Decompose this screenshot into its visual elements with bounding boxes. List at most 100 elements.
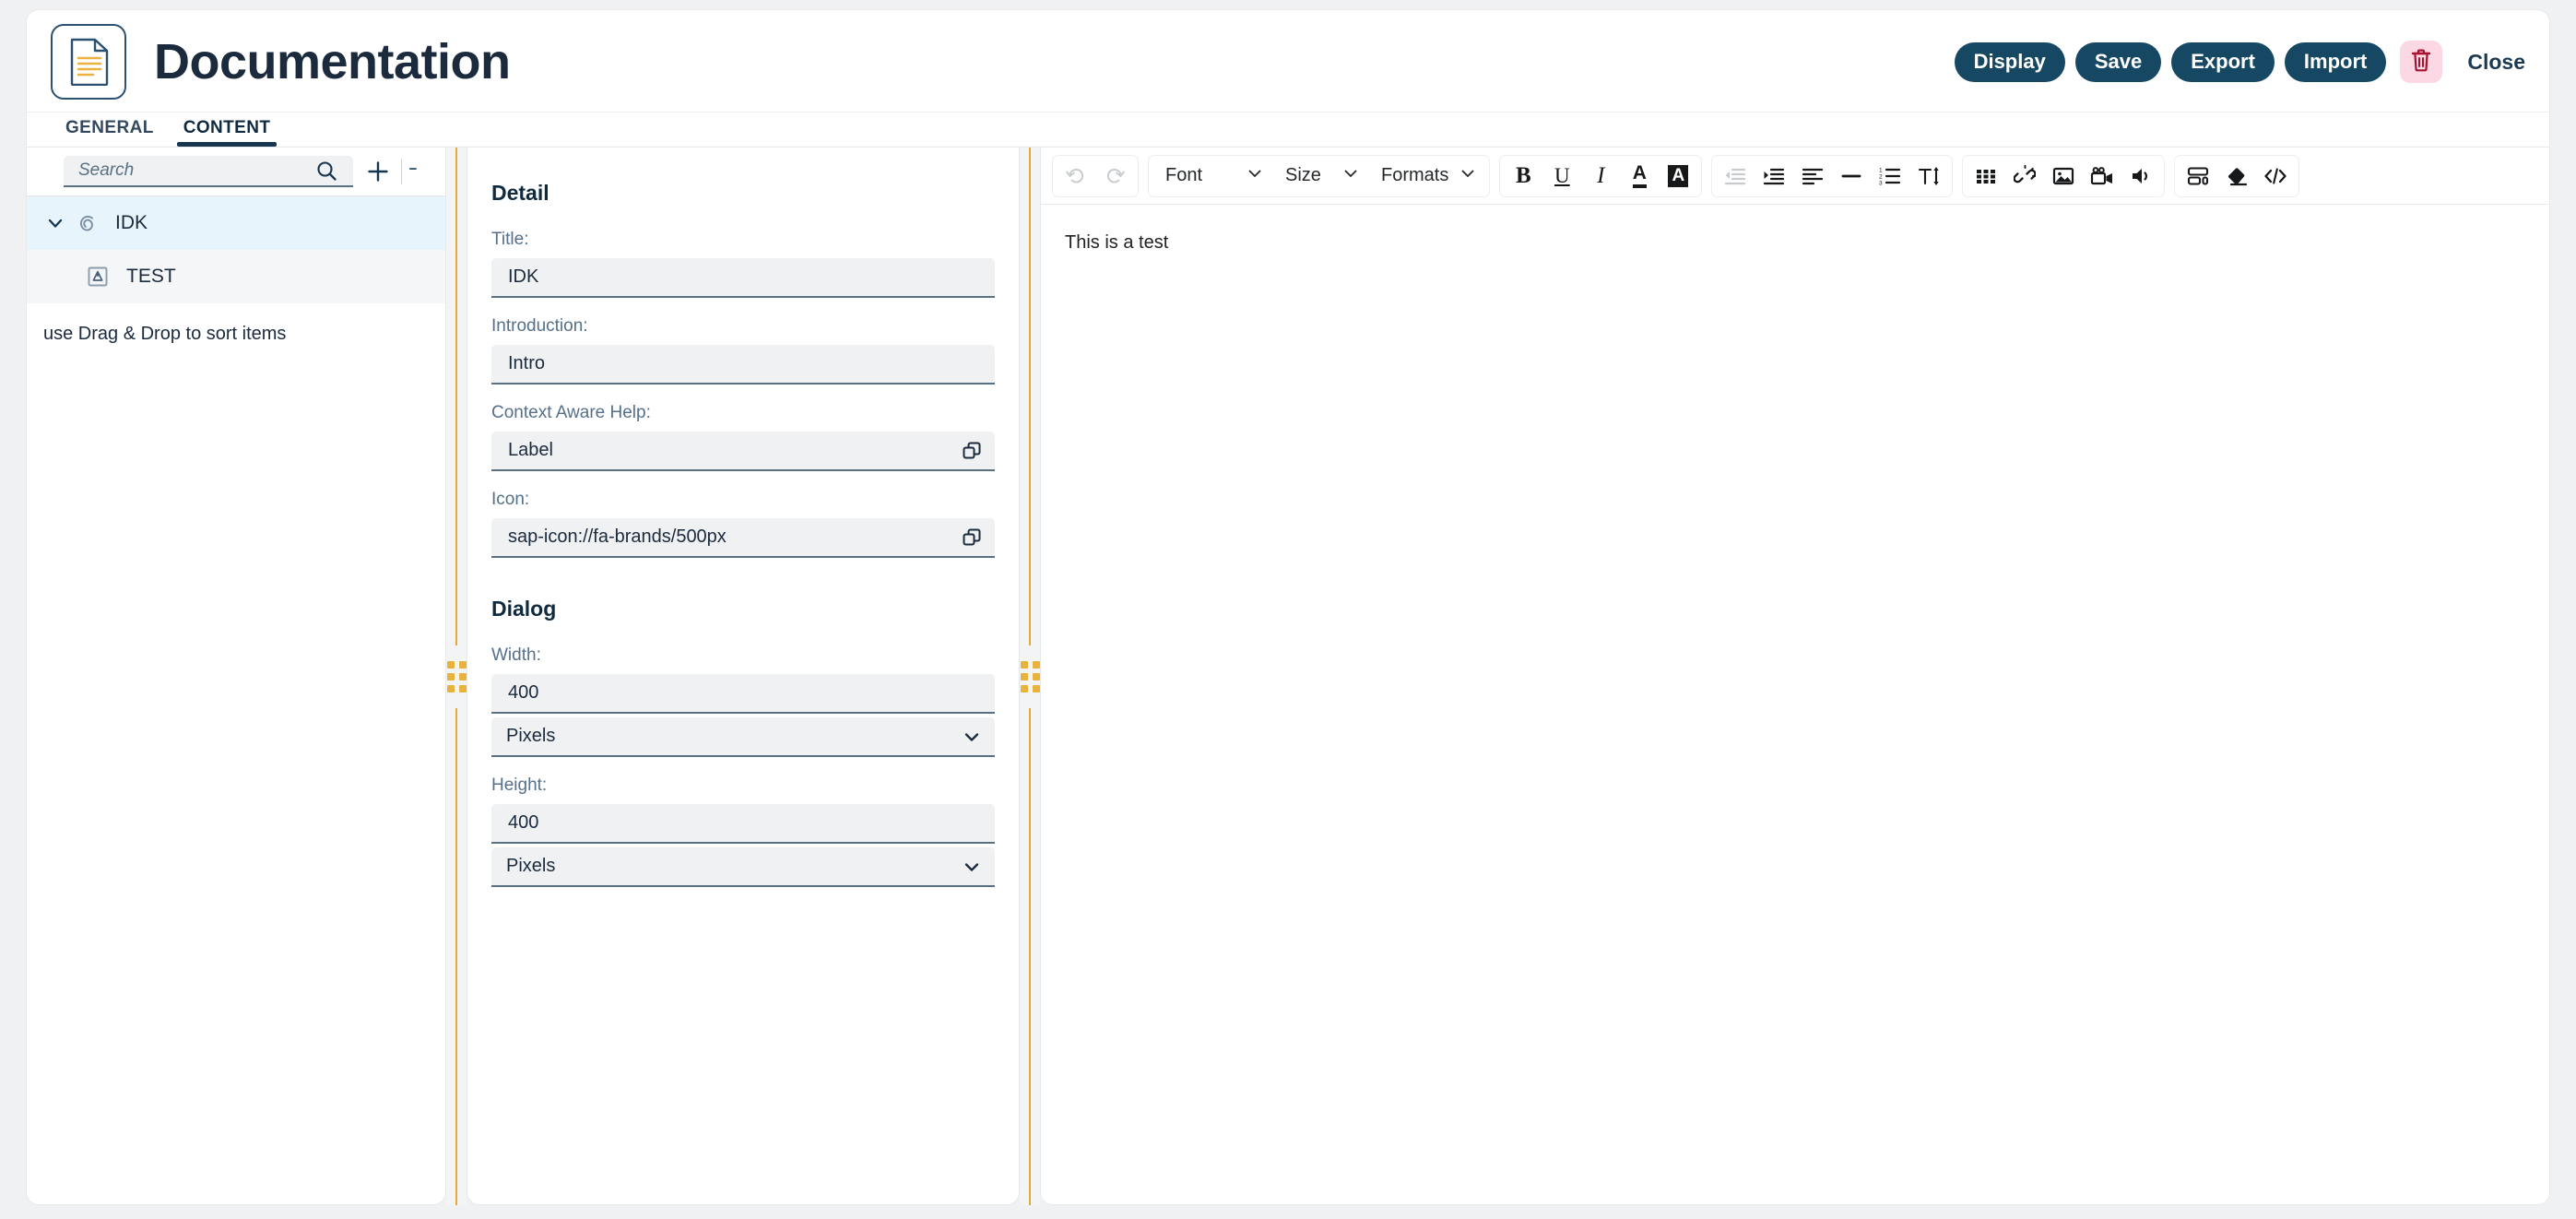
tab-content[interactable]: CONTENT <box>169 118 286 147</box>
outdent-icon[interactable] <box>1716 159 1755 194</box>
add-item-button[interactable] <box>360 154 396 189</box>
underline-icon[interactable]: U <box>1542 159 1581 194</box>
align-left-icon[interactable] <box>1793 159 1832 194</box>
tree-list: IDK TEST <box>27 196 445 303</box>
size-select-label: Size <box>1285 165 1321 185</box>
height-unit-value: Pixels <box>506 856 556 876</box>
undo-icon[interactable] <box>1057 159 1095 194</box>
field-context-aware-help: Context Aware Help: <box>491 403 995 471</box>
tabbar: GENERAL CONTENT <box>27 112 2549 147</box>
background-color-icon[interactable]: A <box>1659 159 1697 194</box>
tree-panel: IDK TEST use Drag & Drop to sort items <box>26 148 446 1205</box>
framed-cone-icon <box>84 263 112 290</box>
header-card: Documentation Display Save Export Import <box>26 9 2550 148</box>
chevron-down-icon[interactable] <box>960 725 984 749</box>
line-height-icon[interactable] <box>1909 159 1948 194</box>
width-unit-wrap[interactable]: Pixels <box>491 717 995 757</box>
close-button[interactable]: Close <box>2467 50 2525 75</box>
font-select-label: Font <box>1165 165 1203 185</box>
chevron-down-icon <box>1342 165 1359 187</box>
audio-icon[interactable] <box>2121 159 2160 194</box>
title-input-wrap[interactable] <box>491 258 995 298</box>
delete-button[interactable] <box>2400 41 2443 83</box>
field-label: Height: <box>491 775 548 795</box>
page-title: Documentation <box>154 34 511 89</box>
body-row: IDK TEST use Drag & Drop to sort items <box>26 148 2550 1205</box>
unlink-icon[interactable] <box>2005 159 2044 194</box>
icon-input[interactable] <box>506 526 960 549</box>
height-input[interactable] <box>506 811 984 834</box>
splitter-bar-top <box>1029 148 1031 645</box>
search-box[interactable] <box>64 156 353 187</box>
source-code-icon[interactable] <box>2256 159 2295 194</box>
height-input-wrap[interactable] <box>491 804 995 844</box>
editor-content[interactable]: This is a test <box>1041 205 2549 1204</box>
video-icon[interactable] <box>2083 159 2121 194</box>
field-introduction: Introduction: <box>491 316 995 385</box>
toolbar-group-selects: Font Size Formats <box>1148 154 1491 197</box>
spiral-500px-icon <box>73 209 100 237</box>
width-input[interactable] <box>506 681 984 704</box>
eraser-icon[interactable] <box>2217 159 2256 194</box>
splitter-detail-editor[interactable] <box>1020 148 1040 1205</box>
chevron-down-icon[interactable] <box>960 855 984 879</box>
redo-icon[interactable] <box>1095 159 1134 194</box>
search-input[interactable] <box>77 160 309 182</box>
text-color-icon[interactable]: A <box>1620 159 1659 194</box>
toolbar-divider <box>401 159 402 184</box>
image-icon[interactable] <box>2044 159 2083 194</box>
value-help-icon[interactable] <box>960 439 984 463</box>
toolbar-group-inline: B U I A A <box>1499 154 1703 197</box>
detail-section-title: Detail <box>491 181 549 205</box>
display-button[interactable]: Display <box>1954 41 2065 82</box>
tree-item-label: IDK <box>115 212 148 233</box>
toolbar-group-tools <box>2174 154 2300 197</box>
formats-select[interactable]: Formats <box>1368 159 1485 194</box>
app-root: Documentation Display Save Export Import <box>0 0 2576 1219</box>
drag-drop-hint: use Drag & Drop to sort items <box>43 324 287 344</box>
trash-icon <box>2410 48 2432 77</box>
toolbar-group-paragraph: 1 2 3 <box>1711 154 1954 197</box>
tree-item-label: TEST <box>126 266 176 287</box>
tree-item-test[interactable]: TEST <box>27 250 445 303</box>
introduction-input-wrap[interactable] <box>491 345 995 385</box>
save-button[interactable]: Save <box>2074 41 2162 82</box>
splitter-grip[interactable] <box>446 660 467 692</box>
page-break-icon[interactable] <box>2179 159 2217 194</box>
field-label: Width: <box>491 645 541 665</box>
field-height: Height: Pixels <box>491 775 995 887</box>
export-button[interactable]: Export <box>2171 41 2275 82</box>
splitter-bar-top <box>455 148 457 645</box>
chevron-down-icon[interactable] <box>43 211 67 235</box>
title-input[interactable] <box>506 266 984 289</box>
splitter-grip[interactable] <box>1020 660 1040 692</box>
numbered-list-icon[interactable]: 1 2 3 <box>1871 159 1909 194</box>
tab-general[interactable]: GENERAL <box>51 118 169 147</box>
document-icon <box>51 24 126 100</box>
tree-item-idk[interactable]: IDK <box>27 196 445 250</box>
icon-input-wrap[interactable] <box>491 518 995 558</box>
width-input-wrap[interactable] <box>491 674 995 714</box>
field-label: Context Aware Help: <box>491 403 651 422</box>
indent-icon[interactable] <box>1755 159 1793 194</box>
italic-icon[interactable]: I <box>1581 159 1620 194</box>
height-unit-wrap[interactable]: Pixels <box>491 847 995 887</box>
dialog-section-title: Dialog <box>491 597 557 621</box>
formats-select-label: Formats <box>1381 165 1449 185</box>
bold-icon[interactable]: B <box>1504 159 1542 194</box>
overflow-icon[interactable] <box>408 154 420 189</box>
table-icon[interactable] <box>1967 159 2005 194</box>
splitter-bar-bottom <box>1029 707 1031 1205</box>
horizontal-rule-icon[interactable] <box>1832 159 1871 194</box>
context-aware-help-input-wrap[interactable] <box>491 432 995 471</box>
toolbar-group-history <box>1052 154 1139 197</box>
introduction-input[interactable] <box>506 352 984 375</box>
value-help-icon[interactable] <box>960 526 984 550</box>
font-select[interactable]: Font <box>1152 159 1272 194</box>
import-button[interactable]: Import <box>2284 41 2387 82</box>
splitter-tree-detail[interactable] <box>446 148 467 1205</box>
context-aware-help-input[interactable] <box>506 439 960 462</box>
field-label: Introduction: <box>491 316 588 336</box>
size-select[interactable]: Size <box>1272 159 1368 194</box>
search-icon[interactable] <box>309 153 344 188</box>
